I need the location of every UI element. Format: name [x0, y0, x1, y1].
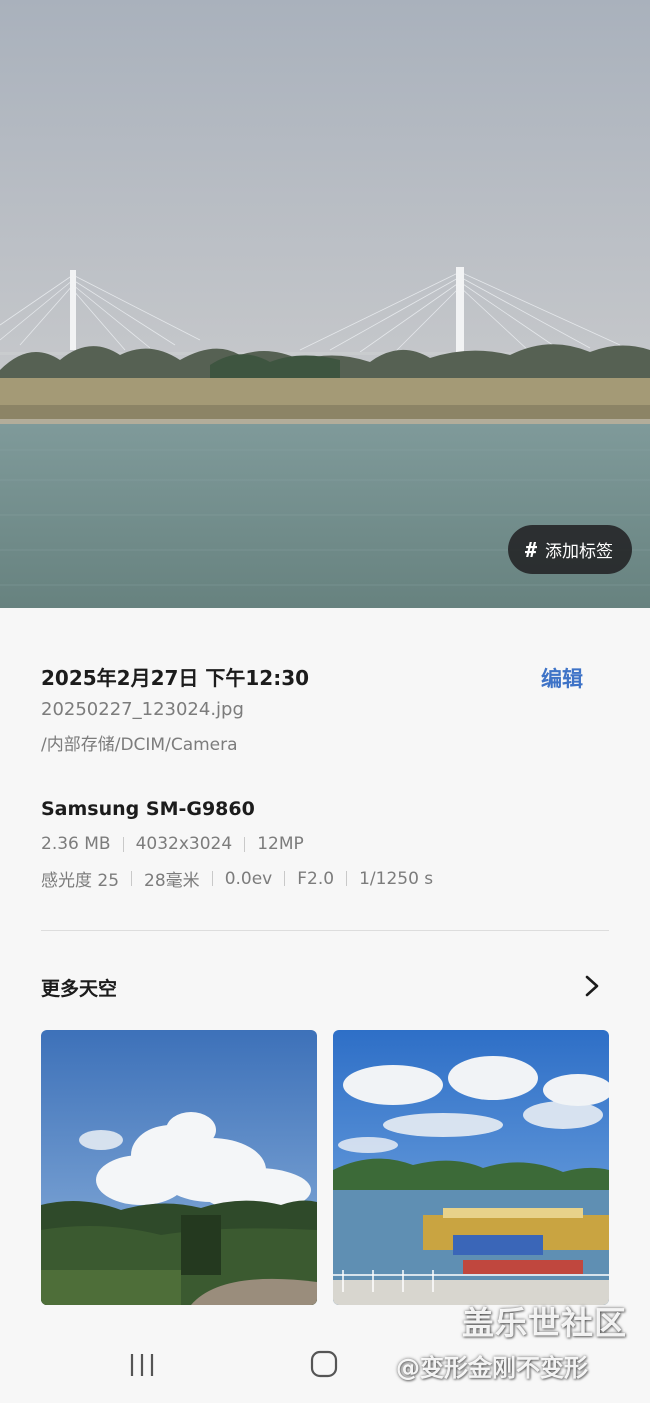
- spec-separator: [211, 871, 213, 886]
- spec-separator: [131, 871, 133, 886]
- spec-separator: [122, 836, 124, 852]
- watermark-author: @变形金刚不变形: [396, 1354, 588, 1382]
- device-model: Samsung SM-G9860: [41, 798, 255, 820]
- file-specs-row: 2.36 MB 4032x3024 12MP: [41, 834, 304, 854]
- exposure-value: 0.0ev: [224, 868, 273, 889]
- megapixels: 12MP: [257, 834, 304, 854]
- file-size: 2.36 MB: [41, 834, 111, 854]
- chevron-right-icon[interactable]: [580, 972, 604, 1000]
- watermark-community: 盖乐世社区: [462, 1304, 628, 1342]
- main-photo[interactable]: # 添加标签: [0, 0, 650, 608]
- section-divider: [41, 930, 609, 931]
- add-tag-button[interactable]: # 添加标签: [508, 525, 632, 574]
- photo-datetime: 2025年2月27日 下午12:30: [41, 666, 310, 690]
- hash-icon: #: [524, 537, 538, 562]
- edit-button[interactable]: 编辑: [541, 663, 583, 693]
- resolution: 4032x3024: [135, 834, 233, 854]
- spec-separator: [346, 871, 348, 886]
- camera-specs-row: 感光度 25 28毫米 0.0ev F2.0 1/1250 s: [41, 866, 434, 892]
- home-icon[interactable]: [310, 1350, 338, 1378]
- add-tag-label: 添加标签: [545, 542, 614, 562]
- spec-separator: [244, 836, 246, 852]
- related-photo-thumbnail[interactable]: [41, 1030, 317, 1305]
- iso: 感光度 25: [41, 871, 120, 891]
- sky-photo-image: [41, 1030, 317, 1305]
- more-sky-title[interactable]: 更多天空: [41, 974, 117, 1001]
- focal-length: 28毫米: [144, 871, 200, 891]
- spec-separator: [284, 871, 286, 886]
- file-path: /内部存储/DCIM/Camera: [41, 735, 238, 755]
- shutter-speed: 1/1250 s: [359, 868, 434, 889]
- file-name: 20250227_123024.jpg: [41, 699, 244, 720]
- recent-apps-icon[interactable]: [128, 1352, 156, 1378]
- main-photo-image: [0, 0, 650, 608]
- related-photo-thumbnail[interactable]: [333, 1030, 609, 1305]
- aperture: F2.0: [297, 868, 335, 889]
- harbor-photo-image: [333, 1030, 609, 1305]
